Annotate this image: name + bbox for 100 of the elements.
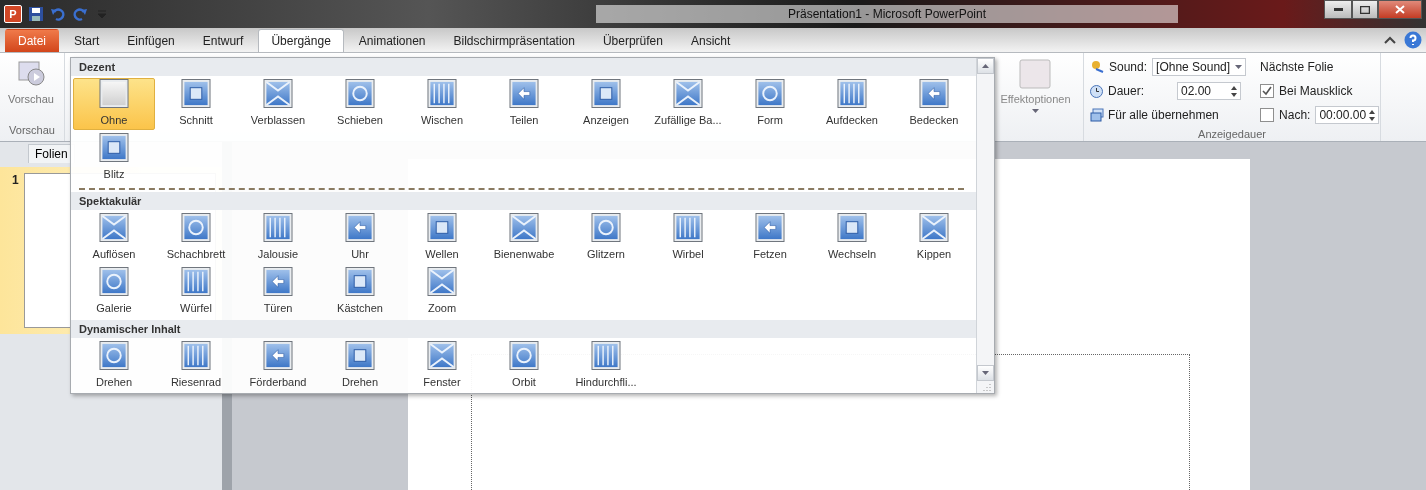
transition-item[interactable]: Wirbel [647,212,729,264]
transition-item[interactable]: Bedecken [893,78,975,130]
preview-button[interactable]: Vorschau [6,57,56,121]
close-icon [1395,5,1405,14]
transition-thumbnail-icon [345,79,375,108]
slide-number: 1 [12,173,19,189]
transition-item[interactable]: Kästchen [319,266,401,318]
checkbox[interactable] [1260,108,1275,122]
transition-thumbnail-icon [509,213,539,242]
transition-item[interactable]: Förderband [237,340,319,392]
transition-thumbnail-icon [591,213,621,242]
maximize-icon [1360,5,1370,14]
ribbon-tab[interactable]: Ansicht [677,29,744,52]
transition-thumbnail-icon [427,341,457,370]
ribbon-tab[interactable]: Bildschirmpräsentation [440,29,588,52]
after-time-spinner[interactable]: 00:00.00 [1315,106,1380,124]
minimize-button[interactable] [1324,0,1352,19]
transition-thumbnail-icon [181,213,211,242]
app-logo-icon[interactable]: P [4,5,22,23]
slides-icon [1090,108,1104,122]
transition-thumbnail-icon [345,267,375,296]
transition-item[interactable]: Auflösen [73,212,155,264]
transition-thumbnail-icon [755,213,785,242]
transition-item[interactable]: Wellen [401,212,483,264]
transition-thumbnail-icon [181,267,211,296]
ribbon-tab[interactable]: Überprüfen [589,29,676,52]
transition-thumbnail-icon [755,79,785,108]
duration-spinner[interactable]: 02.00 [1177,82,1241,100]
transition-thumbnail-icon [99,341,129,370]
transition-item[interactable]: Uhr [319,212,401,264]
transition-item[interactable]: Schieben [319,78,401,130]
transition-thumbnail-icon [427,213,457,242]
scroll-down-button[interactable] [977,365,994,381]
transition-item[interactable]: Galerie [73,266,155,318]
scroll-up-button[interactable] [977,58,994,74]
transition-item[interactable]: Teilen [483,78,565,130]
transition-item[interactable]: Hindurchfli... [565,340,647,392]
section-header: Dezent [71,58,976,76]
transition-item[interactable]: Drehen [73,340,155,392]
transition-item[interactable]: Fetzen [729,212,811,264]
transition-item[interactable]: Blitz [73,132,155,184]
transition-item[interactable]: Ohne [73,78,155,130]
transition-item[interactable]: Glitzern [565,212,647,264]
transition-thumbnail-icon [919,79,949,108]
sound-dropdown[interactable]: [Ohne Sound] [1152,58,1247,76]
save-icon[interactable] [28,6,44,22]
transition-item[interactable]: Wechseln [811,212,893,264]
undo-icon[interactable] [50,6,66,22]
checkbox[interactable] [1260,84,1275,98]
transition-item[interactable]: Zoom [401,266,483,318]
transition-item[interactable]: Fenster [401,340,483,392]
section-header: Dynamischer Inhalt [71,320,976,338]
transition-thumbnail-icon [99,133,129,162]
transition-item[interactable]: Wischen [401,78,483,130]
transition-item[interactable]: Orbit [483,340,565,392]
transition-thumbnail-icon [99,267,129,296]
spinner-arrows-icon [1231,85,1237,97]
transition-item[interactable]: Drehen [319,340,401,392]
maximize-button[interactable] [1352,0,1378,19]
transition-thumbnail-icon [673,79,703,108]
transition-item[interactable]: Riesenrad [155,340,237,392]
ribbon-tab[interactable]: Einfügen [114,29,188,52]
clock-icon [1090,84,1103,98]
transition-item[interactable]: Verblassen [237,78,319,130]
transition-item[interactable]: Aufdecken [811,78,893,130]
group-label: Anzeigedauer [1197,127,1267,142]
redo-icon[interactable] [72,6,88,22]
transition-item[interactable]: Bienenwabe [483,212,565,264]
close-button[interactable] [1378,0,1422,19]
window-title: Präsentation1 - Microsoft PowerPoint [596,5,1178,23]
transition-item[interactable]: Türen [237,266,319,318]
transition-thumbnail-icon [263,79,293,108]
transition-item[interactable]: Schachbrett [155,212,237,264]
transition-item[interactable]: Zufällige Ba... [647,78,729,130]
minimize-icon [1333,8,1343,11]
file-tab[interactable]: Datei [5,29,59,52]
effect-options-icon [1019,59,1052,89]
collapse-ribbon-icon[interactable] [1384,36,1396,44]
transition-item[interactable]: Anzeigen [565,78,647,130]
transition-item[interactable]: Form [729,78,811,130]
help-icon[interactable] [1404,31,1422,49]
transition-thumbnail-icon [263,267,293,296]
preview-icon [15,59,46,89]
transition-thumbnail-icon [427,79,457,108]
ribbon-tab[interactable]: Entwurf [189,29,257,52]
transition-item[interactable]: Jalousie [237,212,319,264]
checkbox-label: Bei Mausklick [1279,84,1353,98]
transition-item[interactable]: Kippen [893,212,975,264]
checkbox-label: Nach: [1279,108,1311,122]
group-label: Vorschau [8,123,56,138]
transition-item[interactable]: Würfel [155,266,237,318]
apply-to-all-button[interactable]: Für alle übernehmen [1090,108,1219,122]
transition-thumbnail-icon [181,79,211,108]
ribbon-tab[interactable]: Animationen [345,29,439,52]
ribbon-tab[interactable]: Start [61,29,113,52]
transition-item[interactable]: Schnitt [155,78,237,130]
dropdown-arrow-icon [1235,65,1243,69]
ribbon-tab[interactable]: Übergänge [258,29,344,52]
spinner-arrows-icon [1369,109,1376,121]
dropdown-arrow-icon [1032,109,1039,113]
